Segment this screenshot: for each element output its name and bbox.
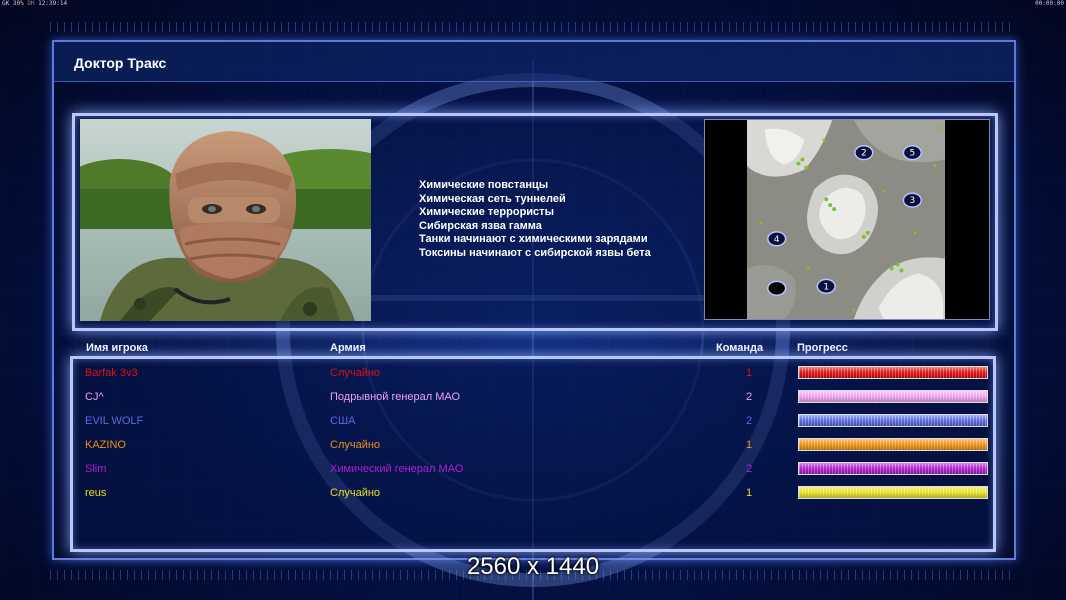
table-row: reus Случайно 1 xyxy=(72,483,992,503)
timer-text: 00:00:00 xyxy=(1035,0,1064,7)
objective-item: Химическая сеть туннелей xyxy=(419,192,566,205)
player-name: reus xyxy=(85,487,107,499)
objective-item: Химические повстанцы xyxy=(419,179,549,191)
loading-progress-fill xyxy=(799,391,987,402)
objective-item: Химические террористы xyxy=(419,206,554,218)
general-portrait xyxy=(80,119,371,321)
player-name: CJ^ xyxy=(85,391,104,403)
player-team: 1 xyxy=(745,439,753,451)
player-team: 2 xyxy=(745,415,753,427)
loading-progress-bar xyxy=(798,390,988,403)
objectives-list: Химические повстанцы Химическая сеть тун… xyxy=(419,179,651,260)
loading-progress-bar xyxy=(798,486,988,499)
status-left: GK 30% DH 12:39:14 xyxy=(2,0,67,7)
player-name: Slim xyxy=(85,463,107,475)
player-army: Случайно xyxy=(330,487,381,499)
player-team: 2 xyxy=(745,391,753,403)
player-name: Barfak 3v3 xyxy=(85,367,138,379)
loading-progress-fill xyxy=(799,439,987,450)
table-row: Barfak 3v3 Случайно 1 xyxy=(72,363,992,383)
player-team: 1 xyxy=(745,367,753,379)
player-name: KAZINO xyxy=(85,439,126,451)
table-row: CJ^ Подрывной генерал МАО 2 xyxy=(72,387,992,407)
player-team: 2 xyxy=(745,463,753,475)
player-army: Случайно xyxy=(330,439,381,451)
player-army: Химический генерал МАО xyxy=(330,463,464,475)
table-row: Slim Химический генерал МАО 2 xyxy=(72,459,992,479)
loading-progress-bar xyxy=(798,462,988,475)
fps-text: GK 30 xyxy=(2,0,21,7)
player-name: EVIL WOLF xyxy=(85,415,144,427)
objective-item: Танки начинают с химическими зарядами xyxy=(419,233,648,245)
loading-progress-bar xyxy=(798,366,988,379)
fps-unit: % xyxy=(20,0,24,7)
loading-progress-bar xyxy=(798,414,988,427)
status-bar: GK 30% DH 12:39:14 00:00:00 xyxy=(0,0,1066,8)
loading-progress-fill xyxy=(799,463,987,474)
header-team: Команда xyxy=(716,342,764,354)
loading-progress-fill xyxy=(799,415,987,426)
player-team: 1 xyxy=(745,487,753,499)
header-player-name: Имя игрока xyxy=(86,342,148,354)
page-title: Доктор Тракс xyxy=(74,55,167,71)
player-army: Случайно xyxy=(330,367,381,379)
loading-progress-fill xyxy=(799,487,987,498)
table-row: KAZINO Случайно 1 xyxy=(72,435,992,455)
minimap-marker-4: 4 xyxy=(774,235,780,245)
player-table-header: Имя игрока Армия Команда Прогресс xyxy=(72,340,998,356)
objective-item: Сибирская язва гамма xyxy=(419,219,542,232)
top-ruler xyxy=(50,22,1016,32)
header-progress: Прогресс xyxy=(797,342,848,354)
table-row: EVIL WOLF США 2 xyxy=(72,411,992,431)
minimap-marker-3: 3 xyxy=(910,196,916,206)
header-army: Армия xyxy=(330,342,366,354)
player-army: Подрывной генерал МАО xyxy=(330,391,461,403)
minimap-marker-1: 1 xyxy=(823,282,829,292)
mode-text: DH xyxy=(27,0,35,7)
resolution-overlay: 2560 x 1440 xyxy=(466,553,600,580)
clock-text: 12:39:14 xyxy=(38,0,68,7)
objective-item: Токсины начинают с сибирской язвы бета xyxy=(419,246,651,259)
minimap-marker-2: 2 xyxy=(861,149,867,159)
title-bar: Доктор Тракс xyxy=(54,42,1014,82)
loading-progress-fill xyxy=(799,367,987,378)
minimap: 1 2 3 4 5 xyxy=(704,119,990,320)
player-army: США xyxy=(330,415,356,427)
loading-progress-bar xyxy=(798,438,988,451)
minimap-marker-5: 5 xyxy=(910,149,916,159)
